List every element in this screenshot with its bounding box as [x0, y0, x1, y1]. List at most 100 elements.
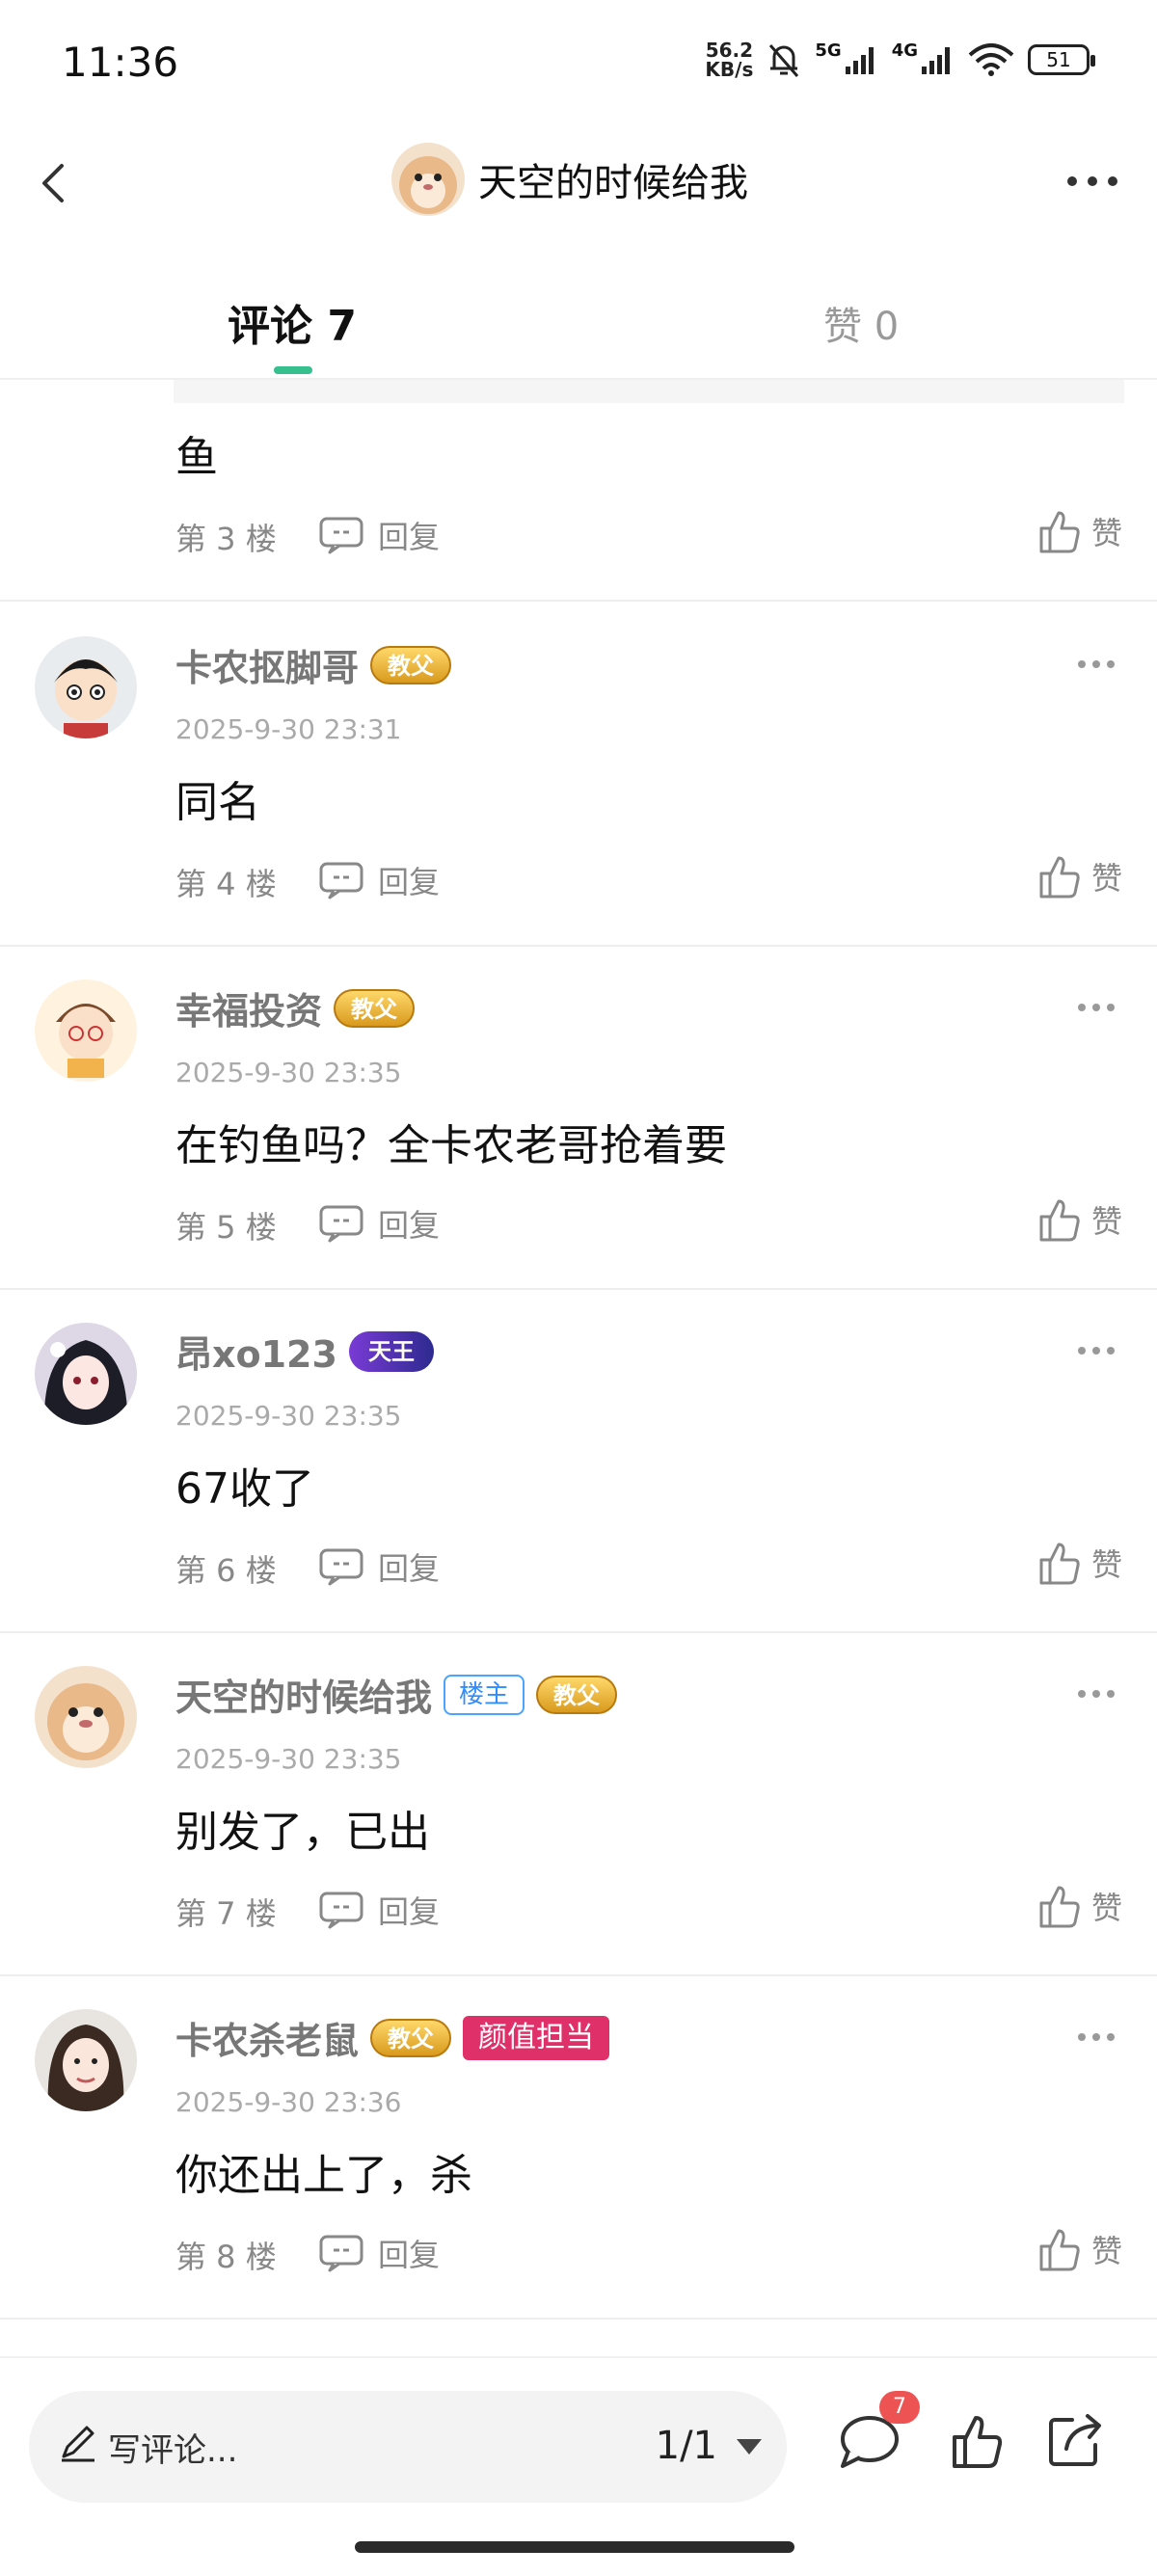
comment-text: 同名: [175, 778, 260, 827]
thread-author[interactable]: 天空的时候给我: [391, 143, 748, 216]
comment-text: 你还出上了，杀: [175, 2151, 472, 2200]
comment-text: 67收了: [175, 1464, 314, 1514]
comment-more-button[interactable]: [1076, 1685, 1117, 1698]
caret-down-icon[interactable]: [737, 2439, 762, 2455]
quoted-block: [174, 380, 1124, 403]
tab-indicator: [274, 366, 312, 374]
thumbs-up-icon: [1039, 1199, 1080, 1242]
floor-number: 第 5 楼: [175, 1209, 277, 1246]
chevron-left-icon: [42, 164, 64, 202]
like-button[interactable]: 赞: [1036, 852, 1122, 900]
reply-icon: [319, 1548, 363, 1586]
avatar[interactable]: [35, 2009, 137, 2111]
comment-time: 2025-9-30 23:31: [175, 713, 402, 745]
comment-text: 鱼: [175, 433, 218, 482]
owner-badge: 楼主: [444, 1674, 525, 1715]
reply-button[interactable]: 回复: [318, 1544, 440, 1589]
floor-number: 第 6 楼: [175, 1552, 277, 1589]
comment-username[interactable]: 昂xo123 天王: [175, 1325, 434, 1378]
comment-more-button[interactable]: [1076, 999, 1117, 1011]
avatar[interactable]: [391, 143, 465, 216]
reply-icon: [319, 1892, 363, 1929]
write-comment-input[interactable]: 写评论... 1/1: [29, 2391, 787, 2503]
reply-icon: [319, 1205, 363, 1243]
avatar[interactable]: [35, 636, 137, 738]
comment-time: 2025-9-30 23:35: [175, 1400, 402, 1432]
reply-icon: [319, 2235, 363, 2272]
like-thread-button[interactable]: [949, 2412, 1007, 2470]
reply-icon: [319, 517, 363, 554]
back-button[interactable]: [19, 143, 96, 220]
comment-username[interactable]: 幸福投资 教父: [175, 981, 416, 1034]
battery-icon: 51: [1028, 44, 1095, 75]
like-button[interactable]: 赞: [1036, 507, 1122, 555]
home-indicator[interactable]: [355, 2541, 794, 2553]
like-button[interactable]: 赞: [1036, 1539, 1122, 1587]
like-button[interactable]: 赞: [1036, 1195, 1122, 1244]
share-button[interactable]: [1045, 2410, 1105, 2470]
comment-time: 2025-9-30 23:36: [175, 2086, 402, 2118]
floor-number: 第 4 楼: [175, 866, 277, 902]
comment-item: 鱼 第 3 楼 回复 赞: [0, 405, 1157, 602]
comment-count-badge: 7: [879, 2391, 920, 2424]
tab-bar: 评论 7 赞 0: [0, 262, 1157, 380]
reply-button[interactable]: 回复: [318, 2231, 440, 2275]
comment-more-button[interactable]: [1076, 656, 1117, 668]
status-icons: 56.2 KB/s 5G 4G 51: [705, 39, 1095, 81]
comment-username[interactable]: 天空的时候给我 楼主 教父: [175, 1668, 618, 1721]
tab-comments[interactable]: 评论 7: [228, 291, 357, 353]
rank-badge: 教父: [536, 1675, 618, 1714]
floor-number: 第 7 楼: [175, 1895, 277, 1932]
reply-button[interactable]: 回复: [318, 513, 440, 557]
bell-muted-icon: [767, 41, 801, 78]
status-time: 11:36: [62, 39, 179, 86]
tab-likes[interactable]: 赞 0: [823, 295, 899, 351]
reply-button[interactable]: 回复: [318, 1201, 440, 1246]
signal-4g-icon: 4G: [892, 40, 955, 74]
thumbs-up-icon: [1039, 2229, 1080, 2271]
avatar[interactable]: [35, 1666, 137, 1768]
comment-item: 昂xo123 天王 2025-9-30 23:35 67收了 第 6 楼 回复 …: [0, 1288, 1157, 1633]
comment-item: 幸福投资 教父 2025-9-30 23:35 在钓鱼吗？全卡农老哥抢着要 第 …: [0, 945, 1157, 1290]
comment-more-button[interactable]: [1076, 2028, 1117, 2041]
avatar[interactable]: [35, 979, 137, 1082]
more-dots-icon: [1078, 2033, 1115, 2041]
reply-icon: [319, 862, 363, 899]
comment-item: 卡农抠脚哥 教父 2025-9-30 23:31 同名 第 4 楼 回复 赞: [0, 602, 1157, 947]
avatar[interactable]: [35, 1323, 137, 1425]
rank-badge: 教父: [370, 2018, 452, 2057]
floor-number: 第 8 楼: [175, 2239, 277, 2275]
thumbs-up-icon: [1039, 1886, 1080, 1928]
nav-bar: 天空的时候给我: [0, 125, 1157, 241]
comment-username[interactable]: 卡农杀老鼠 教父 颜值担当: [175, 2011, 610, 2064]
comment-username[interactable]: 卡农抠脚哥 教父: [175, 638, 452, 691]
like-button[interactable]: 赞: [1036, 1882, 1122, 1930]
signal-5g-icon: 5G: [815, 40, 877, 74]
page-indicator[interactable]: 1/1: [656, 2424, 717, 2468]
reply-button[interactable]: 回复: [318, 858, 440, 902]
like-button[interactable]: 赞: [1036, 2225, 1122, 2273]
title-badge: 颜值担当: [463, 2015, 610, 2060]
thumbs-up-icon: [1039, 856, 1080, 899]
more-dots-icon: [1078, 1690, 1115, 1698]
comment-time: 2025-9-30 23:35: [175, 1057, 402, 1088]
comment-more-button[interactable]: [1076, 1342, 1117, 1355]
thumbs-up-icon: [1039, 511, 1080, 553]
comment-item: 卡农杀老鼠 教父 颜值担当 2025-9-30 23:36 你还出上了，杀 第 …: [0, 1974, 1157, 2320]
write-comment-placeholder: 写评论...: [108, 2431, 238, 2470]
reply-button[interactable]: 回复: [318, 1888, 440, 1932]
more-dots-icon: [1078, 1004, 1115, 1011]
floor-number: 第 3 楼: [175, 521, 277, 557]
share-icon: [1049, 2414, 1101, 2466]
more-dots-icon: [1078, 1347, 1115, 1355]
thumbs-up-icon: [953, 2416, 1003, 2468]
comment-time: 2025-9-30 23:35: [175, 1743, 402, 1775]
comment-item: 天空的时候给我 楼主 教父 2025-9-30 23:35 别发了，已出 第 7…: [0, 1631, 1157, 1976]
network-speed: 56.2 KB/s: [705, 39, 754, 81]
more-dots-icon: [1067, 176, 1117, 186]
thumbs-up-icon: [1039, 1543, 1080, 1585]
comment-text: 在钓鱼吗？全卡农老哥抢着要: [175, 1121, 727, 1170]
more-options-button[interactable]: [1059, 164, 1126, 199]
wifi-icon: [968, 43, 1014, 76]
rank-badge: 教父: [334, 988, 416, 1028]
